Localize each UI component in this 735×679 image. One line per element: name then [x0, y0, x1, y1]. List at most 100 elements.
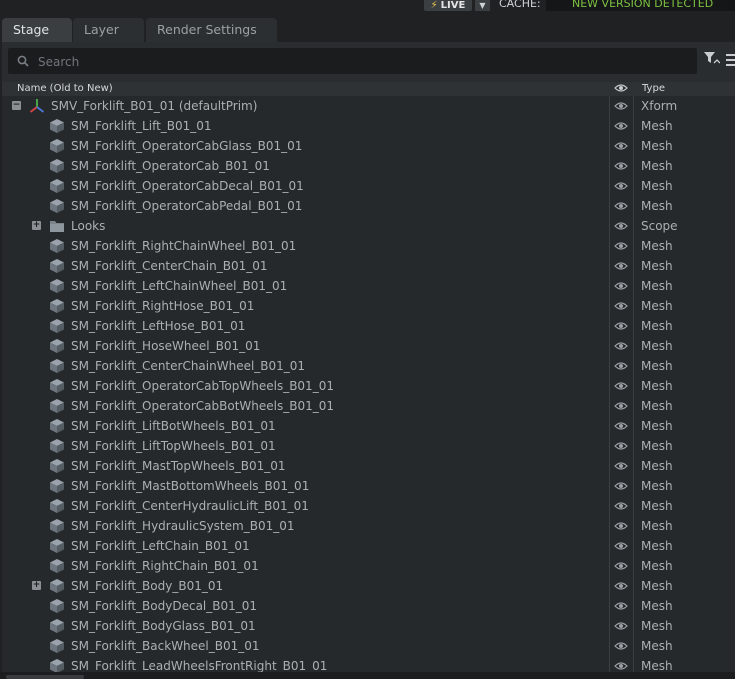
- prim-name: SM_Forklift_OperatorCab_B01_01: [71, 159, 270, 173]
- visibility-eye-icon[interactable]: [614, 300, 628, 312]
- prim-name: SM_Forklift_OperatorCabGlass_B01_01: [71, 139, 303, 153]
- column-header-name[interactable]: Name (Old to New): [17, 83, 113, 94]
- prim-name: SM_Forklift_HoseWheel_B01_01: [71, 339, 261, 353]
- tree-row[interactable]: + Looks Scope: [2, 216, 735, 236]
- visibility-eye-icon[interactable]: [614, 240, 628, 252]
- search-box[interactable]: [8, 48, 697, 76]
- prim-type: Mesh: [641, 259, 673, 273]
- visibility-eye-icon[interactable]: [614, 260, 628, 272]
- tree-row[interactable]: SM_Forklift_RightChainWheel_B01_01 Mesh: [2, 236, 735, 256]
- tree-row[interactable]: SM_Forklift_LeadWheelsFrontRight_B01_01 M…: [2, 656, 735, 672]
- tree-row[interactable]: SM_Forklift_LiftBotWheels_B01_01 Mesh: [2, 416, 735, 436]
- live-dropdown-button[interactable]: ▼: [475, 0, 490, 11]
- live-label: LIVE: [440, 0, 466, 11]
- column-header: Name (Old to New) Type: [2, 82, 735, 96]
- column-divider: [633, 96, 634, 672]
- expand-icon[interactable]: +: [32, 581, 41, 590]
- visibility-eye-icon[interactable]: [614, 200, 628, 212]
- visibility-eye-icon[interactable]: [614, 140, 628, 152]
- tree-row[interactable]: SM_Forklift_LeftChainWheel_B01_01 Mesh: [2, 276, 735, 296]
- visibility-eye-icon[interactable]: [614, 340, 628, 352]
- prim-name: SM_Forklift_Lift_B01_01: [71, 119, 212, 133]
- filter-icon[interactable]: [704, 52, 720, 66]
- visibility-eye-icon[interactable]: [614, 600, 628, 612]
- visibility-eye-icon[interactable]: [614, 620, 628, 632]
- visibility-eye-icon[interactable]: [614, 440, 628, 452]
- hamburger-menu-icon[interactable]: [726, 54, 735, 66]
- expand-icon[interactable]: +: [32, 221, 41, 230]
- tab-stage[interactable]: Stage: [2, 18, 72, 42]
- tree-row[interactable]: SM_Forklift_BodyGlass_B01_01 Mesh: [2, 616, 735, 636]
- visibility-eye-icon[interactable]: [614, 420, 628, 432]
- tree-row[interactable]: − SMV_Forklift_B01_01 (defaultPrim) Xform: [2, 96, 735, 116]
- tree-row[interactable]: SM_Forklift_LeftHose_B01_01 Mesh: [2, 316, 735, 336]
- tree-row[interactable]: SM_Forklift_MastBottomWheels_B01_01 Mesh: [2, 476, 735, 496]
- mesh-cube-icon: [50, 659, 64, 672]
- tree-row[interactable]: SM_Forklift_HydraulicSystem_B01_01 Mesh: [2, 516, 735, 536]
- tree-row[interactable]: SM_Forklift_CenterHydraulicLift_B01_01 Me…: [2, 496, 735, 516]
- prim-type: Mesh: [641, 279, 673, 293]
- visibility-header-eye-icon[interactable]: [614, 83, 628, 93]
- tree-row[interactable]: SM_Forklift_MastTopWheels_B01_01 Mesh: [2, 456, 735, 476]
- visibility-eye-icon[interactable]: [614, 400, 628, 412]
- prim-type: Xform: [641, 99, 678, 113]
- visibility-eye-icon[interactable]: [614, 360, 628, 372]
- tree-row[interactable]: SM_Forklift_BackWheel_B01_01 Mesh: [2, 636, 735, 656]
- visibility-eye-icon[interactable]: [614, 520, 628, 532]
- tab-render-settings[interactable]: Render Settings: [146, 18, 277, 42]
- visibility-eye-icon[interactable]: [614, 380, 628, 392]
- prim-name: SM_Forklift_OperatorCabTopWheels_B01_01: [71, 379, 334, 393]
- tree-row[interactable]: SM_Forklift_OperatorCabPedal_B01_01 Mesh: [2, 196, 735, 216]
- mesh-cube-icon: [50, 619, 64, 633]
- visibility-eye-icon[interactable]: [614, 480, 628, 492]
- prim-type: Mesh: [641, 359, 673, 373]
- tree-row[interactable]: SM_Forklift_OperatorCab_B01_01 Mesh: [2, 156, 735, 176]
- visibility-eye-icon[interactable]: [614, 540, 628, 552]
- visibility-eye-icon[interactable]: [614, 320, 628, 332]
- tab-bar: Stage Layer Render Settings: [0, 14, 735, 42]
- visibility-eye-icon[interactable]: [614, 160, 628, 172]
- visibility-eye-icon[interactable]: [614, 280, 628, 292]
- prim-type: Mesh: [641, 319, 673, 333]
- visibility-eye-icon[interactable]: [614, 560, 628, 572]
- mesh-cube-icon: [50, 579, 64, 593]
- visibility-eye-icon[interactable]: [614, 220, 628, 232]
- tree-row[interactable]: SM_Forklift_OperatorCabTopWheels_B01_01 M…: [2, 376, 735, 396]
- prim-name: Looks: [71, 219, 106, 233]
- tree-row[interactable]: SM_Forklift_HoseWheel_B01_01 Mesh: [2, 336, 735, 356]
- tree-row[interactable]: SM_Forklift_Lift_B01_01 Mesh: [2, 116, 735, 136]
- visibility-eye-icon[interactable]: [614, 460, 628, 472]
- tree-row[interactable]: SM_Forklift_RightChain_B01_01 Mesh: [2, 556, 735, 576]
- visibility-eye-icon[interactable]: [614, 660, 628, 672]
- visibility-eye-icon[interactable]: [614, 580, 628, 592]
- live-button[interactable]: ⚡ LIVE: [424, 0, 472, 11]
- visibility-eye-icon[interactable]: [614, 500, 628, 512]
- tree-row[interactable]: SM_Forklift_RightHose_B01_01 Mesh: [2, 296, 735, 316]
- tree-row[interactable]: SM_Forklift_LeftChain_B01_01 Mesh: [2, 536, 735, 556]
- tab-layer[interactable]: Layer: [73, 18, 144, 42]
- prim-name: SM_Forklift_MastBottomWheels_B01_01: [71, 479, 310, 493]
- tree-row[interactable]: SM_Forklift_OperatorCabBotWheels_B01_01 M…: [2, 396, 735, 416]
- tree-row[interactable]: SM_Forklift_LiftTopWheels_B01_01 Mesh: [2, 436, 735, 456]
- lightning-icon: ⚡: [430, 0, 438, 11]
- prim-type: Mesh: [641, 139, 673, 153]
- tree-row[interactable]: SM_Forklift_OperatorCabGlass_B01_01 Mesh: [2, 136, 735, 156]
- tree-row[interactable]: SM_Forklift_CenterChainWheel_B01_01 Mesh: [2, 356, 735, 376]
- collapse-icon[interactable]: −: [12, 101, 21, 110]
- visibility-eye-icon[interactable]: [614, 100, 628, 112]
- column-divider: [609, 96, 610, 672]
- horizontal-scrollbar[interactable]: [6, 675, 84, 679]
- prim-type: Mesh: [641, 439, 673, 453]
- visibility-eye-icon[interactable]: [614, 640, 628, 652]
- tree-row[interactable]: SM_Forklift_CenterChain_B01_01 Mesh: [2, 256, 735, 276]
- cache-status-text: NEW VERSION DETECTED: [572, 0, 714, 10]
- visibility-eye-icon[interactable]: [614, 180, 628, 192]
- column-header-type[interactable]: Type: [642, 83, 665, 94]
- tree-row[interactable]: + SM_Forklift_Body_B01_01 Mesh: [2, 576, 735, 596]
- mesh-cube-icon: [50, 379, 64, 393]
- visibility-eye-icon[interactable]: [614, 120, 628, 132]
- tree-row[interactable]: SM_Forklift_BodyDecal_B01_01 Mesh: [2, 596, 735, 616]
- tree-row[interactable]: SM_Forklift_OperatorCabDecal_B01_01 Mesh: [2, 176, 735, 196]
- prim-name: SM_Forklift_RightHose_B01_01: [71, 299, 255, 313]
- search-input[interactable]: [36, 48, 680, 76]
